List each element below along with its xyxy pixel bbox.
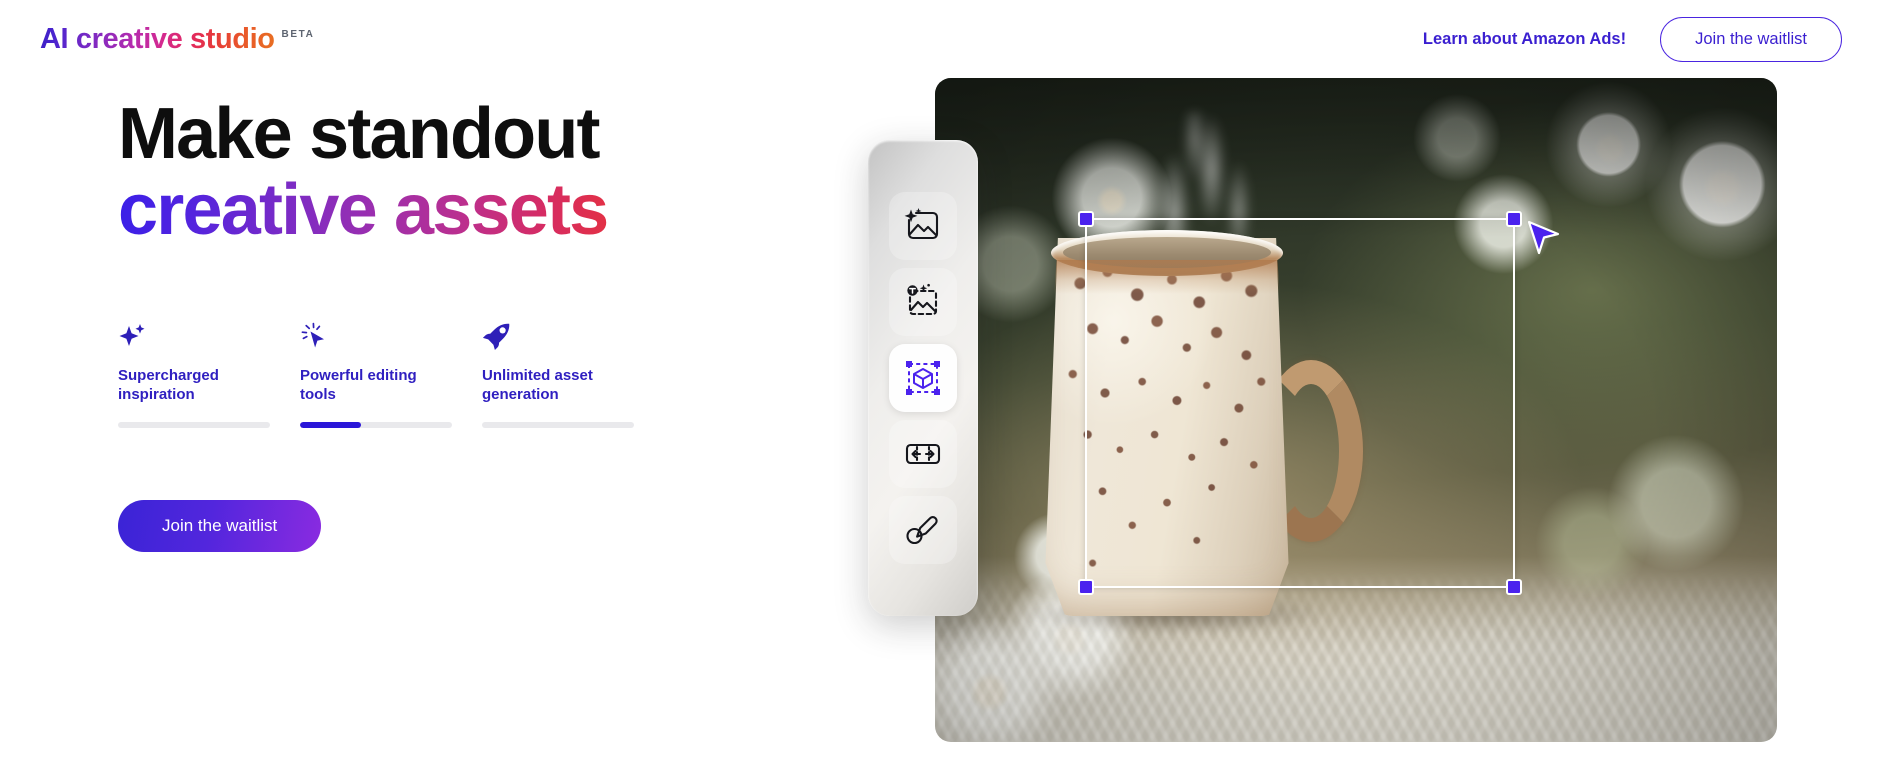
- text-to-image-tool[interactable]: [889, 268, 957, 336]
- object-select-tool[interactable]: [889, 344, 957, 412]
- feature-item-editing: Powerful editing tools: [300, 322, 452, 428]
- selection-handle-bottom-left[interactable]: [1078, 579, 1094, 595]
- resize-canvas-tool[interactable]: [889, 420, 957, 488]
- image-preview-canvas[interactable]: [935, 78, 1777, 742]
- editor-toolbar: [868, 140, 978, 616]
- header-join-waitlist-button[interactable]: Join the waitlist: [1660, 16, 1842, 62]
- feature-label: Powerful editing tools: [300, 366, 417, 404]
- text-image-dashed-icon: [903, 282, 943, 322]
- retouch-tool[interactable]: [889, 496, 957, 564]
- selection-handle-top-left[interactable]: [1078, 211, 1094, 227]
- beta-badge: BETA: [281, 28, 315, 40]
- learn-about-amazon-ads-link[interactable]: Learn about Amazon Ads!: [1423, 30, 1626, 49]
- feature-list: Supercharged inspiration Powerful editin…: [118, 322, 880, 428]
- page-title-accent: creative assets: [118, 172, 880, 249]
- feature-item-inspiration: Supercharged inspiration: [118, 322, 270, 428]
- selection-handle-bottom-right[interactable]: [1506, 579, 1522, 595]
- feature-item-generation: Unlimited asset generation: [482, 322, 634, 428]
- landing-page: AI creative studio BETA Learn about Amaz…: [0, 0, 1882, 782]
- header-actions: Learn about Amazon Ads! Join the waitlis…: [1423, 16, 1842, 62]
- expand-horizontal-icon: [903, 434, 943, 474]
- sparkle-icon: [118, 322, 270, 354]
- brand-wordmark: AI creative studio: [40, 25, 275, 54]
- feature-progress-track: [300, 421, 452, 428]
- circle-pencil-icon: [903, 510, 943, 550]
- brand-logo[interactable]: AI creative studio BETA: [40, 25, 314, 54]
- brand-wordmark-rest: creative studio: [68, 22, 275, 55]
- selection-handle-top-right[interactable]: [1506, 211, 1522, 227]
- image-sparkle-icon: [903, 206, 943, 246]
- site-header: AI creative studio BETA Learn about Amaz…: [0, 0, 1882, 78]
- feature-progress-fill: [300, 421, 361, 428]
- feature-progress-track: [482, 421, 634, 428]
- feature-label: Unlimited asset generation: [482, 366, 593, 404]
- cube-selection-icon: [903, 358, 943, 398]
- page-title: Make standout: [118, 94, 600, 174]
- rocket-icon: [482, 322, 634, 354]
- hero-section: Make standout creative assets Supercharg…: [0, 0, 880, 782]
- feature-label: Supercharged inspiration: [118, 366, 219, 404]
- selection-bounding-box[interactable]: [1078, 211, 1522, 595]
- feature-progress-track: [118, 421, 270, 428]
- hero-join-waitlist-button[interactable]: Join the waitlist: [118, 499, 322, 552]
- click-cursor-icon: [300, 322, 452, 354]
- generate-image-tool[interactable]: [889, 192, 957, 260]
- brand-wordmark-ai: AI: [40, 22, 69, 55]
